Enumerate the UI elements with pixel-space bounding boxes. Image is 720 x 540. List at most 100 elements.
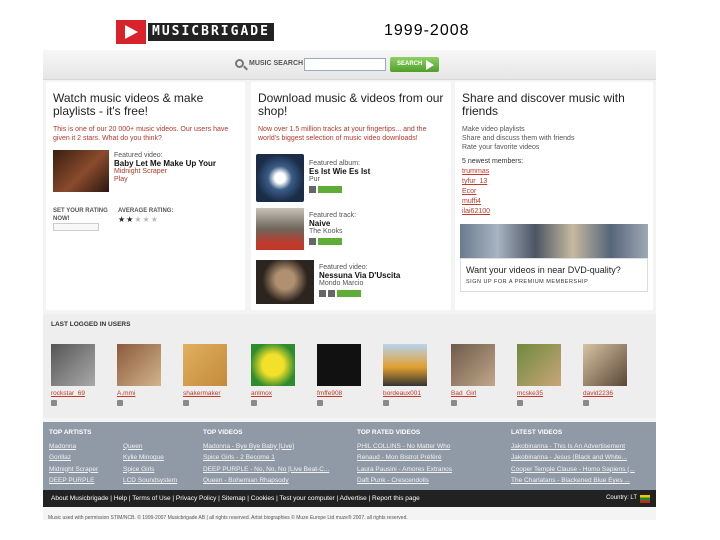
artist-link[interactable]: LCD Soundsystem	[123, 475, 199, 487]
latest-videos-title: LATEST VIDEOS	[511, 429, 563, 436]
featured-track-cover[interactable]	[256, 208, 304, 250]
track-artist[interactable]: The Kooks	[309, 228, 444, 236]
user-avatar[interactable]	[583, 344, 627, 386]
user-avatar[interactable]	[183, 344, 227, 386]
video-link[interactable]: Renaud - Mon Bistrot Préféré	[357, 452, 505, 464]
album-artist[interactable]: Pur	[309, 176, 444, 184]
artist-link[interactable]: Gorillaz	[49, 452, 123, 464]
featured-video-artist[interactable]: Midnight Scraper	[114, 168, 234, 176]
user-avatar[interactable]	[51, 344, 95, 386]
video-link[interactable]: Madonna - Bye Bye Baby [Live]	[203, 441, 351, 453]
latest-videos-list: LATEST VIDEOS Jakobinarina - This Is An …	[511, 422, 653, 490]
info-icon[interactable]	[328, 290, 335, 297]
country-selector[interactable]: Country: LT	[606, 494, 650, 503]
user-card[interactable]: Bad_Girl	[451, 344, 495, 406]
buy-button[interactable]	[318, 238, 342, 245]
user-name[interactable]: A.mmi	[117, 390, 161, 397]
buy-button[interactable]	[337, 290, 361, 297]
average-rating-stars: ★ ★ ★ ★ ★	[118, 215, 158, 224]
user-name[interactable]: fmffe908	[317, 390, 361, 397]
top-lists: TOP ARTISTS Madonna Gorillaz Midnight Sc…	[43, 422, 656, 490]
user-card[interactable]: rockstar_69	[51, 344, 95, 406]
album-title[interactable]: Es Ist Wie Es Ist	[309, 168, 444, 176]
featured-shop-video-info: Featured video: Nessuna Via D'Uscita Mon…	[319, 264, 447, 297]
featured-album-cover[interactable]	[256, 154, 304, 202]
user-card[interactable]: david2236	[583, 344, 627, 406]
copyright-notice: Music used with permission STIM/NCB. © 1…	[48, 515, 408, 521]
search-button[interactable]: SEARCH	[390, 57, 439, 72]
user-name[interactable]: shakermaker	[183, 390, 227, 397]
video-link[interactable]: The Charlatans - Blackened Blue Eyes ...	[511, 475, 653, 487]
user-icon	[383, 400, 389, 406]
musicbrigade-logo[interactable]: MUSICBRIGADE	[116, 20, 274, 44]
play-logo-icon	[116, 20, 146, 44]
artist-link[interactable]: Midnight Scraper	[49, 464, 123, 476]
user-name[interactable]: rockstar_69	[51, 390, 95, 397]
member-link[interactable]: ilai62100	[462, 207, 523, 217]
star-empty-icon: ★	[150, 215, 158, 224]
user-avatar[interactable]	[517, 344, 561, 386]
video-link[interactable]: Daft Punk - Crescendolls	[357, 475, 505, 487]
user-name[interactable]: david2236	[583, 390, 627, 397]
user-card[interactable]: fmffe908	[317, 344, 361, 406]
video-link[interactable]: DEEP PURPLE - No, No, No [Live Beat-C...	[203, 464, 351, 476]
average-rating-label: AVERAGE RATING:	[118, 208, 174, 214]
footer-bar: About Musicbrigade | Help | Terms of Use…	[43, 490, 656, 507]
user-avatar[interactable]	[251, 344, 295, 386]
user-name[interactable]: bordeaux001	[383, 390, 427, 397]
user-avatar[interactable]	[383, 344, 427, 386]
featured-shop-video-thumbnail[interactable]	[256, 260, 314, 304]
artist-link[interactable]: Madonna	[49, 441, 123, 453]
member-link[interactable]: Ecor	[462, 187, 523, 197]
member-link[interactable]: muffi4	[462, 197, 523, 207]
artist-link[interactable]: Queen	[123, 441, 199, 453]
footer-links[interactable]: About Musicbrigade | Help | Terms of Use…	[51, 495, 420, 502]
featured-video-thumbnail[interactable]	[53, 150, 109, 192]
premium-banner[interactable]: Want your videos in near DVD-quality? SI…	[460, 258, 648, 292]
user-name[interactable]: Bad_Girl	[451, 390, 495, 397]
set-rating-stars[interactable]	[53, 223, 99, 231]
video-link[interactable]: Jakobinarina - This Is An Advertisement	[511, 441, 653, 453]
featured-video-title[interactable]: Baby Let Me Make Up Your	[114, 160, 234, 168]
play-link[interactable]: Play	[114, 176, 234, 184]
premium-signup-link[interactable]: SIGN UP FOR A PREMIUM MEMBERSHIP	[466, 279, 588, 285]
shop-video-title[interactable]: Nessuna Via D'Uscita	[319, 272, 447, 280]
user-avatar[interactable]	[117, 344, 161, 386]
community-panel: Share and discover music with friends Ma…	[455, 82, 653, 310]
user-name[interactable]: mcske35	[517, 390, 561, 397]
user-icon	[451, 400, 457, 406]
user-card[interactable]: shakermaker	[183, 344, 227, 406]
user-name[interactable]: anlmox	[251, 390, 295, 397]
video-link[interactable]: Spice Girls - 2 Become 1	[203, 452, 351, 464]
member-link[interactable]: trummas	[462, 167, 523, 177]
video-link[interactable]: Jakobinarina - Jesus (Black and White...	[511, 452, 653, 464]
user-card[interactable]: bordeaux001	[383, 344, 427, 406]
user-card[interactable]: A.mmi	[117, 344, 161, 406]
preview-icon[interactable]	[319, 290, 326, 297]
country-label: Country: LT	[606, 495, 637, 501]
video-link[interactable]: Cooper Temple Clause - Homo Sapiens (...	[511, 464, 653, 476]
search-input[interactable]	[304, 58, 386, 71]
top-rated-list: TOP RATED VIDEOS PHIL COLLINS - No Matte…	[357, 422, 505, 490]
preview-icon[interactable]	[309, 238, 316, 245]
shop-video-artist[interactable]: Mondo Marcio	[319, 280, 447, 288]
track-title[interactable]: Naive	[309, 220, 444, 228]
artist-link[interactable]: DEEP PURPLE	[49, 475, 123, 487]
user-card[interactable]: mcske35	[517, 344, 561, 406]
featured-track-info: Featured track: Naive The Kooks	[309, 212, 444, 245]
video-link[interactable]: Laura Pausini - Amores Extranos	[357, 464, 505, 476]
video-link[interactable]: PHIL COLLINS - No Matter Who	[357, 441, 505, 453]
artist-link[interactable]: Kylie Minogue	[123, 452, 199, 464]
video-link[interactable]: Queen - Bohemian Rhapsody	[203, 475, 351, 487]
featured-video-info: Featured video: Baby Let Me Make Up Your…	[114, 152, 234, 184]
buy-button[interactable]	[318, 186, 342, 193]
magnifier-icon	[235, 59, 244, 68]
artist-link[interactable]: Spice Girls	[123, 464, 199, 476]
user-card[interactable]: anlmox	[251, 344, 295, 406]
member-link[interactable]: tyfur_13	[462, 177, 523, 187]
user-avatar[interactable]	[317, 344, 361, 386]
star-empty-icon: ★	[134, 215, 142, 224]
top-videos-title: TOP VIDEOS	[203, 429, 243, 436]
user-avatar[interactable]	[451, 344, 495, 386]
preview-icon[interactable]	[309, 186, 316, 193]
